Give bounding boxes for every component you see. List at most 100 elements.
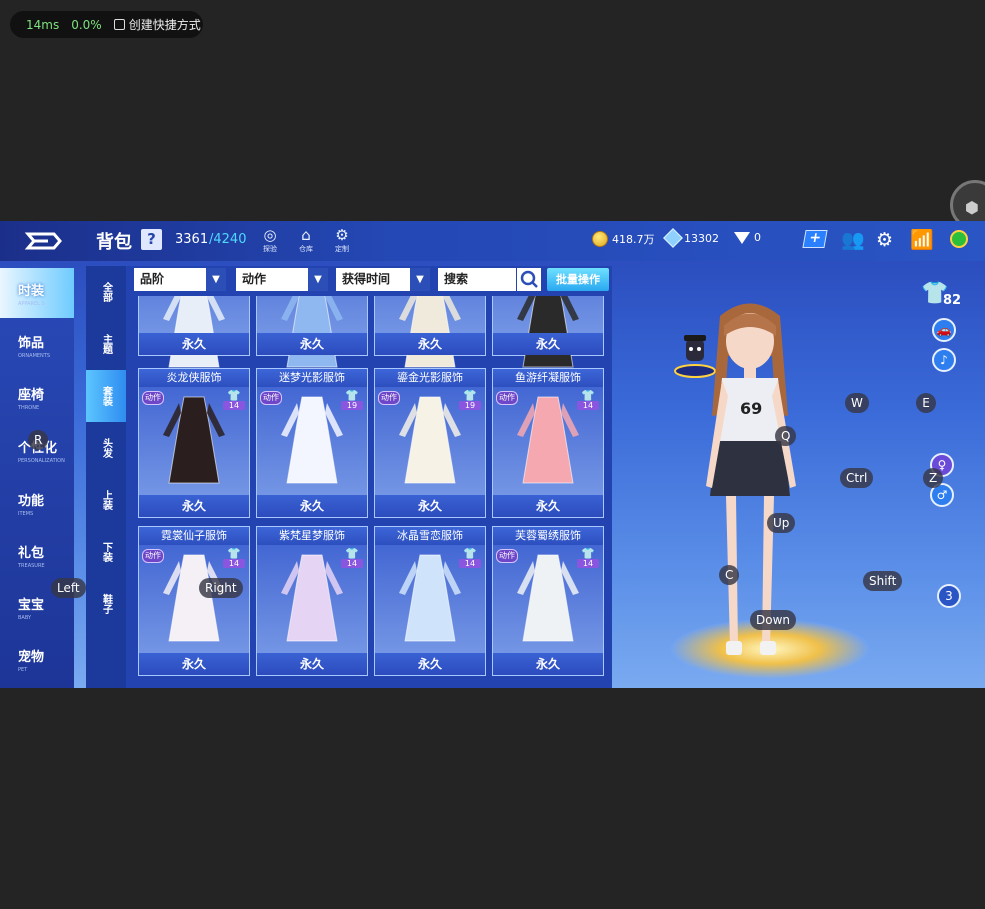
batch-operation-button[interactable]: 批量操作 — [547, 268, 609, 291]
sub-shoes[interactable]: 鞋子 — [86, 578, 126, 630]
vehicle-icon[interactable]: 🚗 — [932, 318, 956, 342]
outfit-preview — [517, 396, 579, 484]
outfit-preview — [163, 554, 225, 642]
outfit-card[interactable]: 芙蓉蜀绣服饰 动作 👕 14 永久 — [492, 526, 604, 676]
settings-gear-icon[interactable]: ⚙ — [876, 230, 893, 250]
explore-button[interactable]: ◎ 探验 — [258, 226, 282, 254]
time-filter[interactable]: 获得时间 ▼ — [336, 268, 430, 291]
outfit-name: 霓裳仙子服饰 — [139, 527, 249, 545]
explore-icon: ◎ — [263, 226, 277, 244]
action-filter[interactable]: 动作 ▼ — [236, 268, 328, 291]
sub-bottom[interactable]: 下装 — [86, 526, 126, 578]
outfit-name: 炎龙侠服饰 — [139, 369, 249, 387]
custom-icon: ⚙ — [335, 226, 349, 244]
outfit-duration: 永久 — [493, 333, 603, 355]
sub-theme[interactable]: 主题 — [86, 318, 126, 370]
custom-button[interactable]: ⚙ 定制 — [330, 226, 354, 254]
diamond-balance: 0 — [734, 231, 761, 244]
outfit-card[interactable]: 永久 — [138, 296, 250, 368]
battery-icon — [950, 230, 968, 248]
outfit-duration: 永久 — [375, 653, 485, 675]
outfit-name: 芙蓉蜀绣服饰 — [493, 527, 603, 545]
outfit-card[interactable]: 永久 — [374, 296, 486, 368]
search-input[interactable]: 搜索 — [438, 268, 516, 291]
capacity-used: 3361 — [175, 232, 209, 247]
nav-throne[interactable]: 座椅 THRONE — [0, 372, 74, 422]
game-viewport: 背包 ? 3361 /4240 ◎ 探验 ⌂ 仓库 ⚙ 定制 418.7万 13302… — [0, 221, 985, 688]
wardrobe-count: 82 — [943, 293, 962, 308]
outfit-card[interactable]: 鎏金光影服饰 动作 👕 19 永久 — [374, 368, 486, 518]
plus-icon: + — [802, 230, 828, 248]
point-icon — [663, 228, 683, 248]
chevron-down-icon: ▼ — [410, 268, 430, 291]
outfit-card[interactable]: 紫梵星梦服饰 👕 14 永久 — [256, 526, 368, 676]
outfit-card[interactable]: 冰晶雪恋服饰 👕 14 永久 — [374, 526, 486, 676]
diamond-icon — [734, 231, 750, 244]
outfit-name: 冰晶雪恋服饰 — [375, 527, 485, 545]
nav-pet[interactable]: 宠物 PET — [0, 634, 74, 684]
sub-suit[interactable]: 套装 — [86, 370, 126, 422]
outfit-card[interactable]: 霓裳仙子服饰 动作 👕 14 永久 — [138, 526, 250, 676]
nav-items[interactable]: 功能 ITEMS — [0, 478, 74, 528]
outfit-duration: 永久 — [493, 653, 603, 675]
key-w[interactable]: W — [845, 393, 869, 413]
outfit-duration: 永久 — [493, 495, 603, 517]
grade-filter[interactable]: 品阶 ▼ — [134, 268, 226, 291]
shortcut-icon — [113, 19, 125, 30]
music-note-icon[interactable]: ♪ — [932, 348, 956, 372]
nav-ornaments[interactable]: 饰品 ORNAMENTS — [0, 320, 74, 370]
outfit-card[interactable]: 迷梦光影服饰 动作 👕 19 永久 — [256, 368, 368, 518]
outfit-card[interactable]: 永久 — [492, 296, 604, 368]
create-shortcut-button[interactable]: 创建快捷方式 — [113, 16, 201, 33]
key-up[interactable]: Up — [767, 513, 796, 533]
outfit-duration: 永久 — [375, 333, 485, 355]
key-shift[interactable]: Shift — [863, 571, 903, 591]
sub-top[interactable]: 上装 — [86, 474, 126, 526]
outfit-preview — [399, 554, 461, 642]
sub-category-nav: 全部 主题 套装 头发 上装 下装 鞋子 — [86, 266, 126, 688]
warehouse-button[interactable]: ⌂ 仓库 — [294, 226, 318, 254]
create-shortcut-label: 创建快捷方式 — [128, 18, 201, 32]
tshirt-badge-icon[interactable]: 3 — [937, 584, 961, 608]
key-ctrl[interactable]: Ctrl — [840, 468, 874, 488]
key-right[interactable]: Right — [199, 578, 243, 598]
outfit-duration: 永久 — [375, 495, 485, 517]
category-nav: 时装APPAREL S 饰品ORNAMENTS 座椅THRONE 个性化PERS… — [0, 268, 74, 688]
friends-icon[interactable]: 👥 — [841, 230, 865, 250]
outfit-name: 紫梵星梦服饰 — [257, 527, 367, 545]
coin-icon — [592, 231, 608, 247]
warehouse-icon: ⌂ — [301, 226, 311, 244]
outfit-preview — [399, 396, 461, 484]
chevron-down-icon: ▼ — [206, 268, 226, 291]
point-balance: 13302 — [663, 228, 719, 248]
help-button[interactable]: ? — [141, 229, 162, 250]
outfit-preview — [163, 396, 225, 484]
outfit-card[interactable]: 永久 — [256, 296, 368, 368]
sub-all[interactable]: 全部 — [86, 266, 126, 318]
add-button[interactable]: + — [802, 230, 828, 248]
nav-gift[interactable]: 礼包 TREASURE — [0, 530, 74, 580]
outfit-duration: 永久 — [257, 495, 367, 517]
outfit-preview — [281, 554, 343, 642]
packet-loss-text: 0.0% — [71, 17, 102, 32]
search-button[interactable] — [517, 268, 541, 291]
wifi-icon: 📶 — [910, 229, 934, 251]
key-down[interactable]: Down — [750, 610, 797, 630]
outfit-duration: 永久 — [139, 653, 249, 675]
outfit-duration: 永久 — [139, 495, 249, 517]
chevron-down-icon: ▼ — [308, 268, 328, 291]
nav-apparel[interactable]: 时装 APPAREL S — [0, 268, 74, 318]
outfit-duration: 永久 — [139, 333, 249, 355]
outfit-card[interactable]: 炎龙侠服饰 动作 👕 14 永久 — [138, 368, 250, 518]
item-grid: 永久 永久 永久 永久 炎龙侠服饰 动作 👕 14 永久 迷梦光影服饰 动作 👕 19 永久 鎏金光影服饰动… — [132, 296, 610, 688]
outfit-card[interactable]: 鱼游纤凝服饰 动作 👕 14 永久 — [492, 368, 604, 518]
outfit-name: 鎏金光影服饰 — [375, 369, 485, 387]
svg-text:69: 69 — [740, 399, 762, 418]
coin-balance: 418.7万 — [592, 231, 655, 247]
page-title: 背包 — [96, 232, 132, 253]
sub-hair[interactable]: 头发 — [86, 422, 126, 474]
wardrobe-counter[interactable]: 👕 82 — [921, 281, 963, 311]
key-e[interactable]: E — [916, 393, 936, 413]
key-left[interactable]: Left — [51, 578, 86, 598]
outfit-name: 迷梦光影服饰 — [257, 369, 367, 387]
